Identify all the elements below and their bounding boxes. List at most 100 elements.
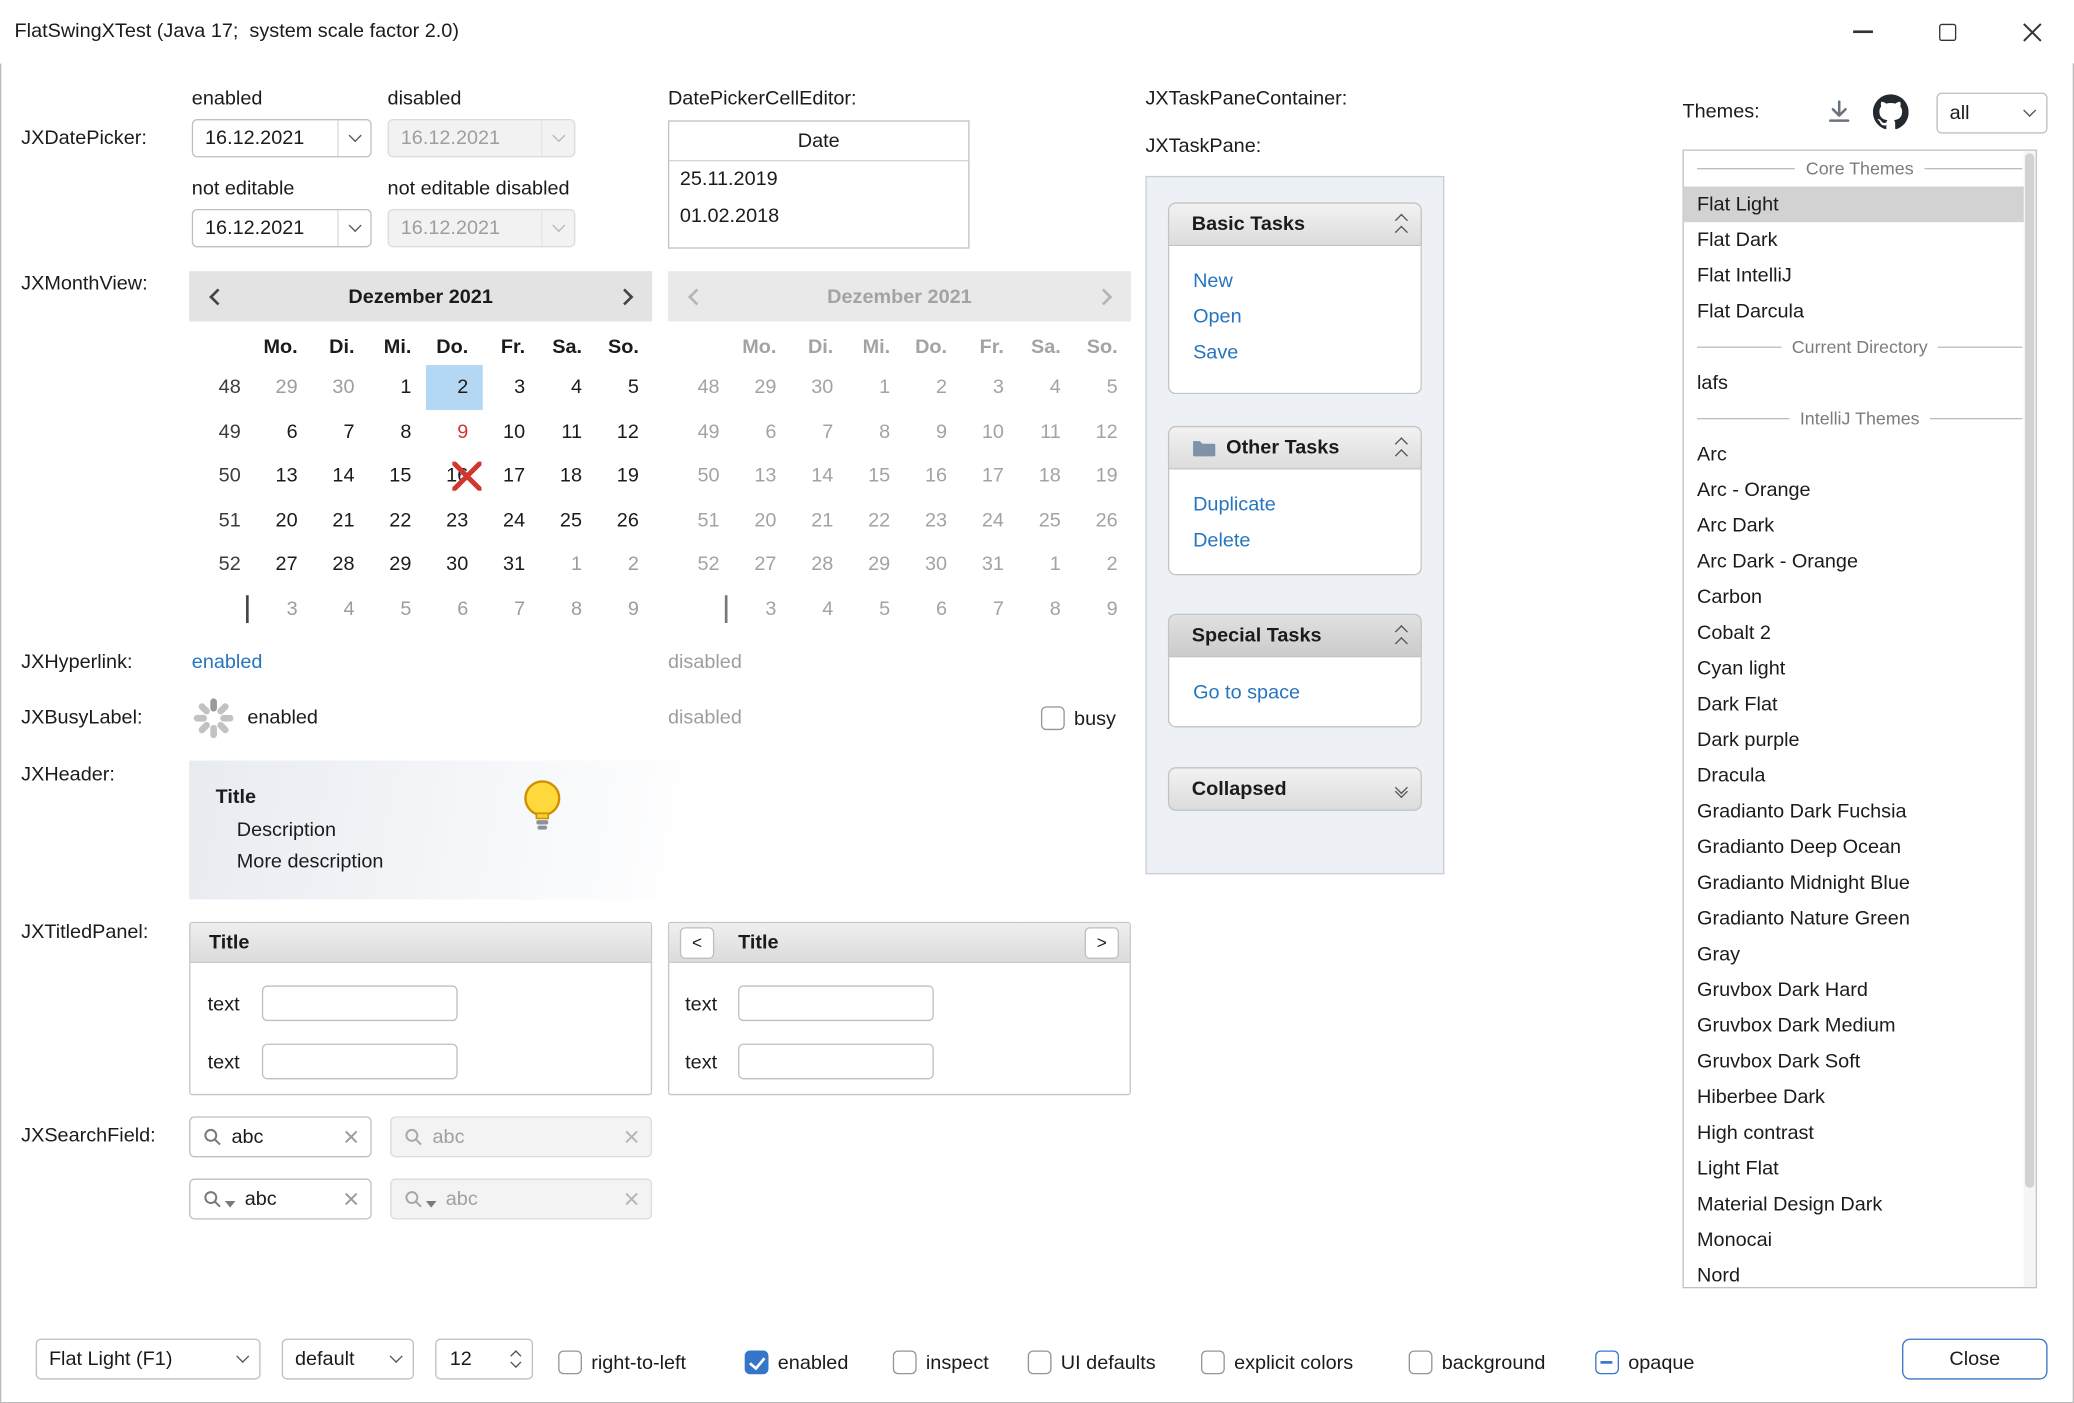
theme-item[interactable]: Carbon <box>1684 579 2036 615</box>
next-month-button[interactable] <box>597 271 653 321</box>
task-link[interactable]: Go to space <box>1169 675 1420 711</box>
theme-item[interactable]: Flat Dark <box>1684 222 2036 258</box>
theme-item[interactable]: Gradianto Dark Fuchsia <box>1684 794 2036 830</box>
theme-item[interactable]: Gray <box>1684 936 2036 972</box>
datepicker-dropdown-button[interactable] <box>337 210 370 246</box>
checkbox-enabled[interactable]: enabled <box>745 1348 849 1377</box>
day-cell[interactable]: 9 <box>426 409 483 453</box>
day-cell[interactable]: 5 <box>597 365 654 409</box>
checkbox-box[interactable] <box>558 1350 582 1374</box>
table-row[interactable]: 25.11.2019 <box>669 161 968 198</box>
theme-item[interactable]: Arc Dark - Orange <box>1684 544 2036 580</box>
nav-right-button[interactable]: > <box>1085 927 1119 959</box>
checkbox-busy[interactable]: busy <box>1041 704 1116 733</box>
github-icon[interactable] <box>1873 94 1909 130</box>
laf-combo[interactable]: Flat Light (F1) <box>36 1339 261 1380</box>
day-cell[interactable]: 7 <box>312 409 369 453</box>
day-cell[interactable]: 4 <box>312 587 369 631</box>
taskpane-header[interactable]: Collapsed <box>1168 767 1422 811</box>
day-cell[interactable]: 26 <box>597 498 654 542</box>
title-bar[interactable]: FlatSwingXTest (Java 17; system scale fa… <box>0 0 2074 63</box>
monthview-enabled[interactable]: Dezember 2021Mo.Di.Mi.Do.Fr.Sa.So.482930… <box>189 271 652 636</box>
theme-item[interactable]: Gruvbox Dark Hard <box>1684 972 2036 1008</box>
task-link[interactable]: New <box>1169 263 1420 299</box>
theme-item[interactable]: Gradianto Midnight Blue <box>1684 865 2036 901</box>
day-cell[interactable]: 2 <box>426 365 483 409</box>
prev-month-button[interactable] <box>189 271 245 321</box>
day-cell[interactable]: 22 <box>369 498 426 542</box>
day-cell[interactable]: 20 <box>255 498 312 542</box>
day-cell[interactable]: 10 <box>483 409 540 453</box>
day-cell[interactable]: 24 <box>483 498 540 542</box>
combo-dropdown-button[interactable] <box>2013 94 2046 132</box>
clear-icon[interactable] <box>344 1192 359 1207</box>
theme-item[interactable]: Gruvbox Dark Medium <box>1684 1008 2036 1044</box>
task-link[interactable]: Duplicate <box>1169 487 1420 523</box>
font-size-spinner[interactable]: 12 <box>435 1339 533 1380</box>
table-column-header[interactable]: Date <box>669 122 968 162</box>
collapse-chevron-icon[interactable] <box>1397 212 1406 236</box>
spinner-buttons[interactable] <box>500 1352 532 1367</box>
close-button[interactable]: Close <box>1902 1339 2047 1380</box>
datepicker-not-editable[interactable]: 16.12.2021 <box>192 209 372 247</box>
collapse-chevron-icon[interactable] <box>1397 436 1406 460</box>
checkbox-opaque[interactable]: opaque <box>1595 1348 1694 1377</box>
font-combo[interactable]: default <box>282 1339 414 1380</box>
day-cell[interactable]: 13 <box>255 454 312 498</box>
theme-item[interactable]: Monocai <box>1684 1222 2036 1258</box>
checkbox-box[interactable] <box>745 1350 769 1374</box>
day-cell[interactable]: 19 <box>597 454 654 498</box>
day-cell[interactable]: 6 <box>426 587 483 631</box>
expand-chevron-icon[interactable] <box>1397 782 1406 795</box>
day-cell[interactable]: 23 <box>426 498 483 542</box>
theme-item[interactable]: Arc Dark <box>1684 508 2036 544</box>
day-cell[interactable]: 8 <box>369 409 426 453</box>
theme-item[interactable]: Flat IntelliJ <box>1684 258 2036 294</box>
checkbox-ui-defaults[interactable]: UI defaults <box>1028 1348 1156 1377</box>
theme-item[interactable]: Gradianto Nature Green <box>1684 901 2036 937</box>
checkbox-box[interactable] <box>1041 706 1065 730</box>
day-cell[interactable]: 4 <box>540 365 597 409</box>
search-field-dropdown-enabled[interactable]: abc <box>189 1179 372 1220</box>
day-cell[interactable]: 18 <box>540 454 597 498</box>
scrollbar-thumb[interactable] <box>2025 153 2034 1187</box>
task-link[interactable]: Open <box>1169 299 1420 335</box>
day-cell[interactable]: 14 <box>312 454 369 498</box>
theme-item[interactable]: Dark purple <box>1684 722 2036 758</box>
day-cell[interactable]: 17 <box>483 454 540 498</box>
titled-panel-text-input[interactable] <box>738 985 934 1021</box>
checkbox-background[interactable]: background <box>1409 1348 1546 1377</box>
day-cell[interactable]: 28 <box>312 542 369 586</box>
theme-item[interactable]: Flat Light <box>1684 187 2036 223</box>
theme-item[interactable]: Light Flat <box>1684 1151 2036 1187</box>
titled-panel-text-input[interactable] <box>262 1044 458 1080</box>
theme-filter-combo[interactable]: all <box>1936 93 2047 134</box>
combo-dropdown-button[interactable] <box>380 1340 413 1378</box>
datepicker-dropdown-button[interactable] <box>337 120 370 156</box>
theme-item[interactable]: Gruvbox Dark Soft <box>1684 1044 2036 1080</box>
day-cell[interactable]: 27 <box>255 542 312 586</box>
checkbox-inspect[interactable]: inspect <box>893 1348 989 1377</box>
checkbox-box[interactable] <box>893 1350 917 1374</box>
maximize-button[interactable] <box>1905 0 1990 63</box>
close-window-button[interactable] <box>1989 0 2074 63</box>
day-cell[interactable]: 25 <box>540 498 597 542</box>
theme-item[interactable]: Arc <box>1684 436 2036 472</box>
checkbox-box[interactable] <box>1028 1350 1052 1374</box>
search-dropdown-icon[interactable] <box>225 1201 236 1208</box>
search-field-enabled[interactable]: abc <box>189 1116 372 1157</box>
day-cell[interactable]: 1 <box>369 365 426 409</box>
theme-item[interactable]: Flat Darcula <box>1684 294 2036 330</box>
titled-panel-text-input[interactable] <box>262 985 458 1021</box>
theme-item[interactable]: Material Design Dark <box>1684 1186 2036 1222</box>
theme-list[interactable]: Core ThemesFlat LightFlat DarkFlat Intel… <box>1682 149 2036 1288</box>
day-cell[interactable]: 29 <box>369 542 426 586</box>
theme-list-scrollbar[interactable] <box>2024 151 2036 1287</box>
day-cell[interactable]: 3 <box>255 587 312 631</box>
table-row[interactable]: 01.02.2018 <box>669 198 968 235</box>
day-cell[interactable]: 5 <box>369 587 426 631</box>
day-cell[interactable]: 6 <box>255 409 312 453</box>
theme-item[interactable]: lafs <box>1684 365 2036 401</box>
day-cell[interactable]: 1 <box>540 542 597 586</box>
day-cell[interactable]: 9 <box>597 587 654 631</box>
